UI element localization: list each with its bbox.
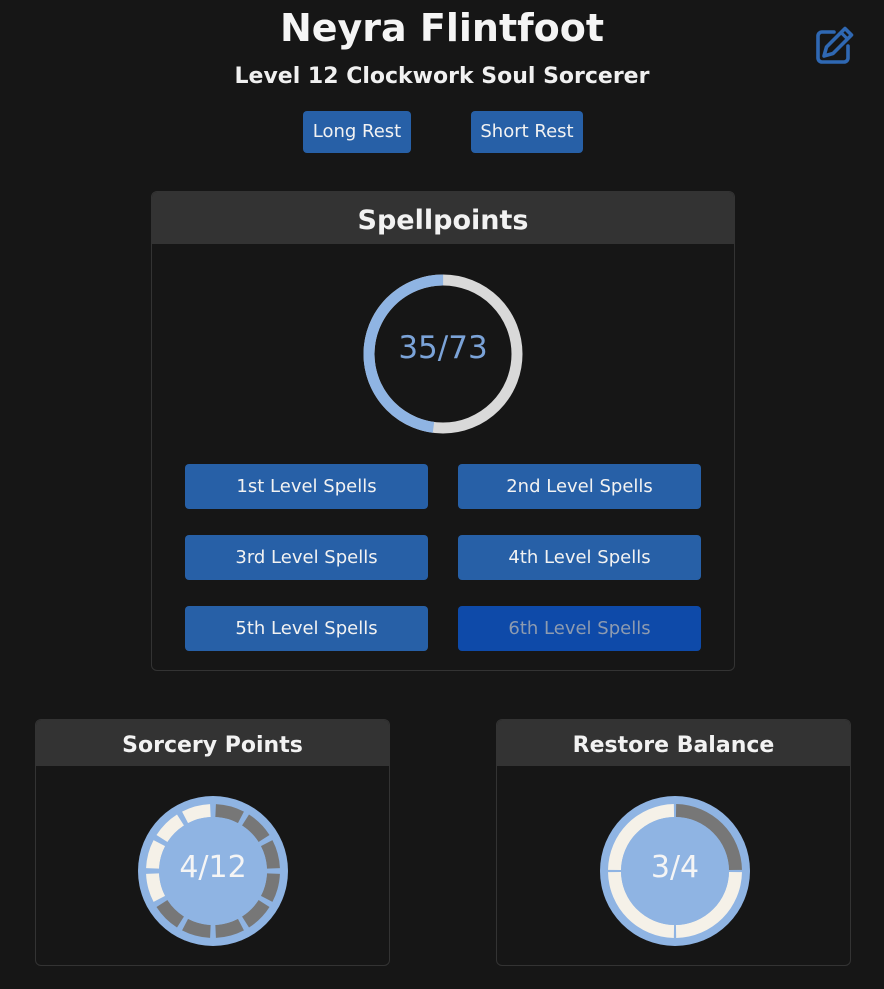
spell-level-3-button[interactable]: 3rd Level Spells (185, 535, 428, 580)
character-subtitle: Level 12 Clockwork Soul Sorcerer (234, 64, 650, 89)
long-rest-button[interactable]: Long Rest (303, 111, 411, 153)
restore-balance-value: 3/4 (650, 850, 700, 885)
character-name: Neyra Flintfoot (279, 6, 605, 50)
short-rest-button[interactable]: Short Rest (471, 111, 583, 153)
restore-balance-title: Restore Balance (497, 720, 850, 766)
edit-icon (816, 26, 854, 64)
spell-level-5-button[interactable]: 5th Level Spells (185, 606, 428, 651)
sorcery-points-panel: Sorcery Points 4/12 (35, 719, 390, 966)
spell-level-1-button[interactable]: 1st Level Spells (185, 464, 428, 509)
spellpoints-value: 35/73 (398, 330, 488, 366)
spellpoints-title: Spellpoints (152, 192, 734, 244)
sorcery-points-value: 4/12 (179, 850, 247, 885)
spell-level-6-button[interactable]: 6th Level Spells (458, 606, 701, 651)
spellpoints-panel: Spellpoints 35/73 1st Level Spells 2nd L… (151, 191, 735, 671)
spell-level-2-button[interactable]: 2nd Level Spells (458, 464, 701, 509)
spell-level-4-button[interactable]: 4th Level Spells (458, 535, 701, 580)
sorcery-points-title: Sorcery Points (36, 720, 389, 766)
restore-balance-panel: Restore Balance 3/4 (496, 719, 851, 966)
edit-button[interactable] (812, 24, 856, 68)
